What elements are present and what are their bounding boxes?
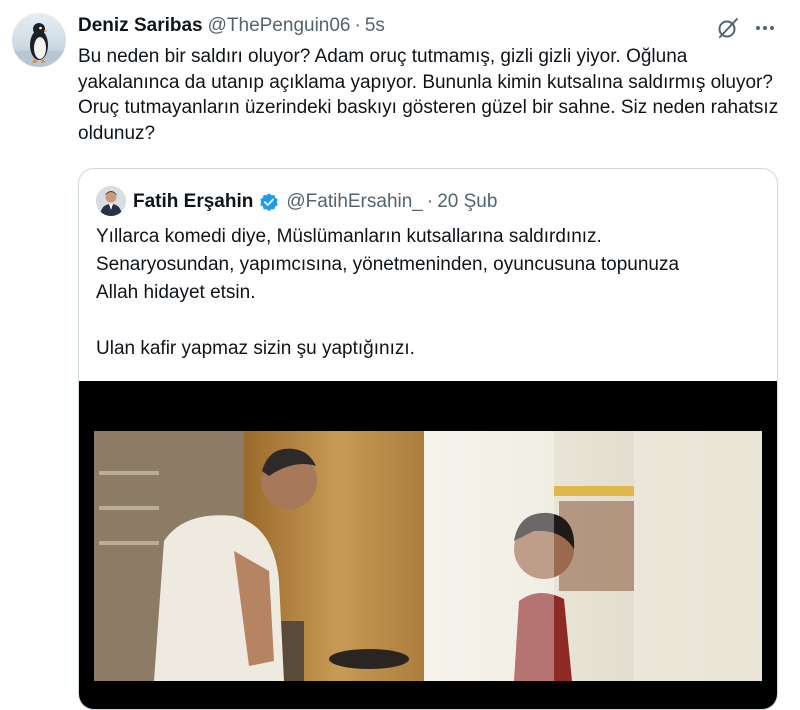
video-frame-image — [94, 431, 762, 681]
verified-badge-icon — [260, 193, 279, 212]
grok-icon[interactable] — [716, 16, 740, 40]
tweet[interactable]: Deniz Saribas @ThePenguin06 · 5s Bu nede… — [0, 0, 800, 710]
quoted-text-line: Yıllarca komedi diye, Müslümanların kuts… — [96, 226, 602, 247]
quoted-author-avatar[interactable] — [96, 186, 126, 216]
quoted-tweet[interactable]: Fatih Erşahin @FatihErsahin_ · 20 Şub Yı… — [78, 168, 778, 710]
man-avatar-image — [96, 186, 126, 216]
quoted-tweet-date[interactable]: 20 Şub — [437, 191, 497, 213]
tweet-timestamp[interactable]: 5s — [365, 15, 385, 37]
tweet-header: Deniz Saribas @ThePenguin06 · 5s — [78, 14, 385, 38]
more-icon[interactable] — [753, 16, 777, 40]
quoted-separator-dot: · — [426, 191, 434, 212]
quoted-tweet-header: Fatih Erşahin @FatihErsahin_ · 20 Şub — [133, 189, 497, 215]
quoted-text-line: Senaryosundan, yapımcısına, yönetmeninde… — [96, 254, 680, 275]
quoted-tweet-text: Yıllarca komedi diye, Müslümanların kuts… — [96, 223, 766, 363]
quoted-author-name[interactable]: Fatih Erşahin — [133, 191, 253, 213]
quoted-video-player[interactable] — [79, 381, 777, 709]
author-name[interactable]: Deniz Saribas — [78, 15, 203, 37]
separator-dot: · — [354, 15, 361, 36]
author-handle[interactable]: @ThePenguin06 — [208, 15, 351, 37]
penguin-avatar-image — [12, 23, 66, 67]
avatar[interactable] — [12, 13, 66, 67]
tweet-text: Bu neden bir saldırı oluyor? Adam oruç t… — [78, 46, 784, 144]
quoted-text-line: Ulan kafir yapmaz sizin şu yaptığınızı. — [96, 338, 415, 359]
quoted-text-line: Allah hidayet etsin. — [96, 282, 256, 303]
quoted-author-handle[interactable]: @FatihErsahin_ — [286, 191, 423, 213]
